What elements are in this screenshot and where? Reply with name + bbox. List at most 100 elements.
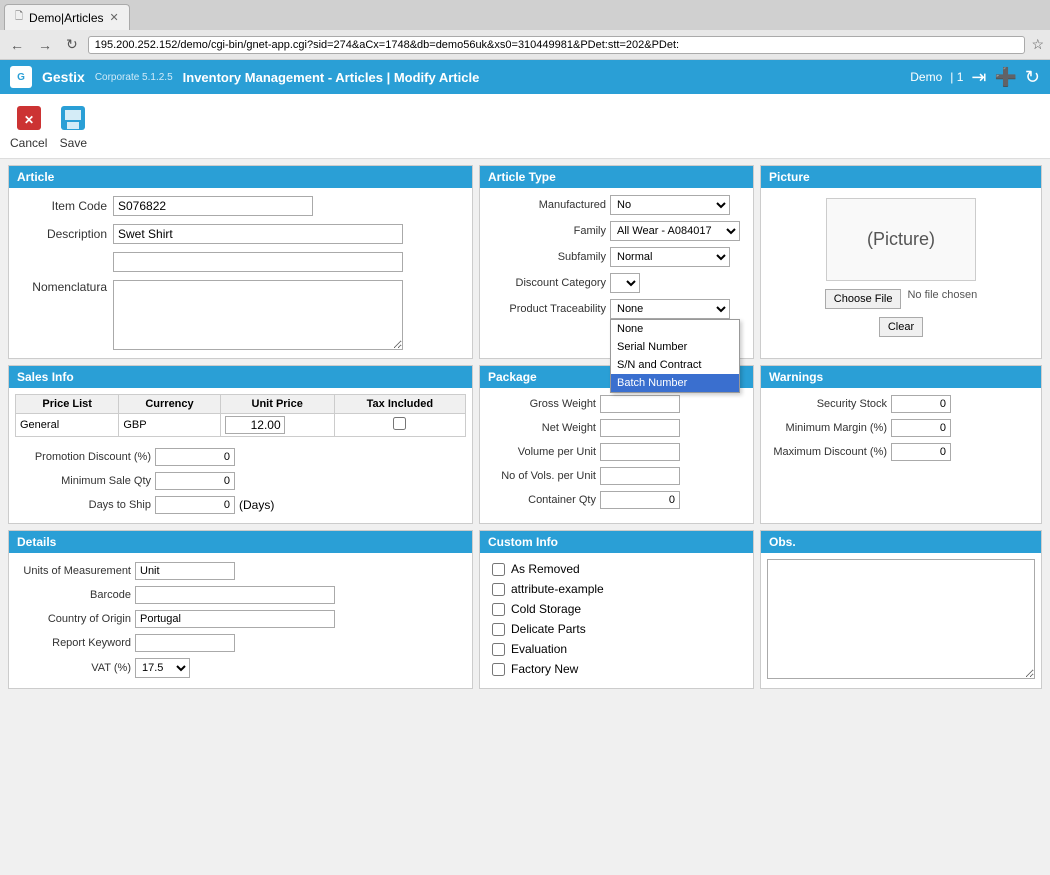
back-btn[interactable]: ←: [6, 35, 28, 55]
manufactured-row: Manufactured No Yes: [480, 192, 753, 218]
gross-weight-row: Gross Weight: [480, 392, 753, 416]
refresh-btn[interactable]: ↻: [62, 34, 82, 55]
discount-label: Discount Category: [486, 277, 606, 289]
factory-new-checkbox[interactable]: [492, 663, 505, 676]
choose-file-button[interactable]: Choose File: [825, 289, 902, 309]
dropdown-sn-contract[interactable]: S/N and Contract: [611, 356, 739, 374]
save-icon: [57, 102, 89, 134]
promotion-row: Promotion Discount (%): [15, 445, 466, 469]
traceability-select[interactable]: None: [610, 299, 730, 319]
refresh-app-btn[interactable]: ↻: [1025, 67, 1040, 88]
logout-btn[interactable]: ⇥: [971, 67, 986, 88]
delicate-parts-checkbox[interactable]: [492, 623, 505, 636]
forward-btn[interactable]: →: [34, 35, 56, 55]
details-body: Units of Measurement Barcode Country of …: [9, 553, 472, 687]
tax-included-header: Tax Included: [334, 395, 465, 414]
family-label: Family: [486, 225, 606, 237]
report-keyword-input[interactable]: [135, 634, 235, 652]
description-input[interactable]: [113, 224, 403, 244]
address-input[interactable]: [88, 36, 1026, 54]
tax-checkbox[interactable]: [393, 417, 406, 430]
evaluation-checkbox[interactable]: [492, 643, 505, 656]
tab-close-btn[interactable]: ✕: [110, 11, 119, 24]
middle-panels-row: Sales Info Price List Currency Unit Pric…: [8, 365, 1042, 524]
browser-tab[interactable]: 🗋 Demo|Articles ✕: [4, 4, 130, 30]
country-input[interactable]: [135, 610, 335, 628]
days-to-ship-row: Days to Ship (Days): [15, 493, 466, 517]
tab-icon: 🗋: [15, 9, 23, 26]
custom-as-removed: As Removed: [486, 559, 747, 579]
traceability-row: Product Traceability None None Serial Nu…: [480, 296, 753, 322]
add-btn[interactable]: ➕: [994, 67, 1016, 88]
min-margin-input[interactable]: [891, 419, 951, 437]
browser-chrome: 🗋 Demo|Articles ✕ ← → ↻ ☆: [0, 0, 1050, 60]
min-sale-input[interactable]: [155, 472, 235, 490]
attribute-example-checkbox[interactable]: [492, 583, 505, 596]
price-table: Price List Currency Unit Price Tax Inclu…: [15, 394, 466, 437]
description2-input[interactable]: [113, 252, 403, 272]
max-discount-row: Maximum Discount (%): [761, 440, 1041, 464]
dropdown-none[interactable]: None: [611, 320, 739, 338]
warnings-header: Warnings: [761, 366, 1041, 388]
item-code-input[interactable]: [113, 196, 313, 216]
save-button[interactable]: Save: [57, 102, 89, 150]
report-keyword-label: Report Keyword: [21, 637, 131, 649]
max-discount-label: Maximum Discount (%): [767, 446, 887, 458]
picture-panel: Picture (Picture) Choose File No file ch…: [760, 165, 1042, 359]
app-logo: G: [10, 66, 32, 88]
delicate-parts-label: Delicate Parts: [511, 622, 586, 636]
unit-price-cell: [220, 414, 334, 437]
cold-storage-checkbox[interactable]: [492, 603, 505, 616]
traceability-label: Product Traceability: [486, 303, 606, 315]
min-margin-label: Minimum Margin (%): [767, 422, 887, 434]
volume-input[interactable]: [600, 443, 680, 461]
unit-price-input[interactable]: [225, 416, 285, 434]
vat-select[interactable]: 17.5: [135, 658, 190, 678]
custom-info-panel: Custom Info As Removed attribute-example…: [479, 530, 754, 689]
min-sale-label: Minimum Sale Qty: [21, 475, 151, 487]
as-removed-checkbox[interactable]: [492, 563, 505, 576]
save-label: Save: [60, 136, 87, 150]
description-row: Description: [9, 220, 472, 248]
discount-select[interactable]: [610, 273, 640, 293]
promotion-input[interactable]: [155, 448, 235, 466]
no-vols-input[interactable]: [600, 467, 680, 485]
dropdown-batch-number[interactable]: Batch Number: [611, 374, 739, 392]
warnings-panel: Warnings Security Stock Minimum Margin (…: [760, 365, 1042, 524]
days-to-ship-input[interactable]: [155, 496, 235, 514]
bookmark-icon[interactable]: ☆: [1031, 36, 1044, 53]
min-margin-row: Minimum Margin (%): [761, 416, 1041, 440]
uom-input[interactable]: [135, 562, 235, 580]
cancel-button[interactable]: ✕ Cancel: [10, 102, 47, 150]
app-title: Inventory Management - Articles | Modify…: [183, 70, 480, 85]
price-list-cell: General: [16, 414, 119, 437]
manufactured-select[interactable]: No Yes: [610, 195, 730, 215]
sales-body: Price List Currency Unit Price Tax Inclu…: [9, 388, 472, 523]
net-weight-input[interactable]: [600, 419, 680, 437]
dropdown-serial-number[interactable]: Serial Number: [611, 338, 739, 356]
gross-weight-input[interactable]: [600, 395, 680, 413]
unit-price-header: Unit Price: [220, 395, 334, 414]
article-panel: Article Item Code Description Nomenclatu…: [8, 165, 473, 359]
sales-header: Sales Info: [9, 366, 472, 388]
description2-row: [9, 248, 472, 276]
volume-row: Volume per Unit: [480, 440, 753, 464]
max-discount-input[interactable]: [891, 443, 951, 461]
address-bar: ← → ↻ ☆: [0, 30, 1050, 59]
currency-header: Currency: [119, 395, 220, 414]
nomenclatura-textarea[interactable]: [113, 280, 403, 350]
obs-header: Obs.: [761, 531, 1041, 553]
container-qty-input[interactable]: [600, 491, 680, 509]
subfamily-select[interactable]: Normal: [610, 247, 730, 267]
family-select[interactable]: All Wear - A084017: [610, 221, 740, 241]
obs-textarea[interactable]: [767, 559, 1035, 679]
barcode-input[interactable]: [135, 586, 335, 604]
custom-attribute-example: attribute-example: [486, 579, 747, 599]
clear-button[interactable]: Clear: [879, 317, 923, 337]
sales-panel: Sales Info Price List Currency Unit Pric…: [8, 365, 473, 524]
country-label: Country of Origin: [21, 613, 131, 625]
security-stock-input[interactable]: [891, 395, 951, 413]
picture-placeholder: (Picture): [826, 198, 976, 281]
subfamily-row: Subfamily Normal: [480, 244, 753, 270]
container-qty-row: Container Qty: [480, 488, 753, 512]
